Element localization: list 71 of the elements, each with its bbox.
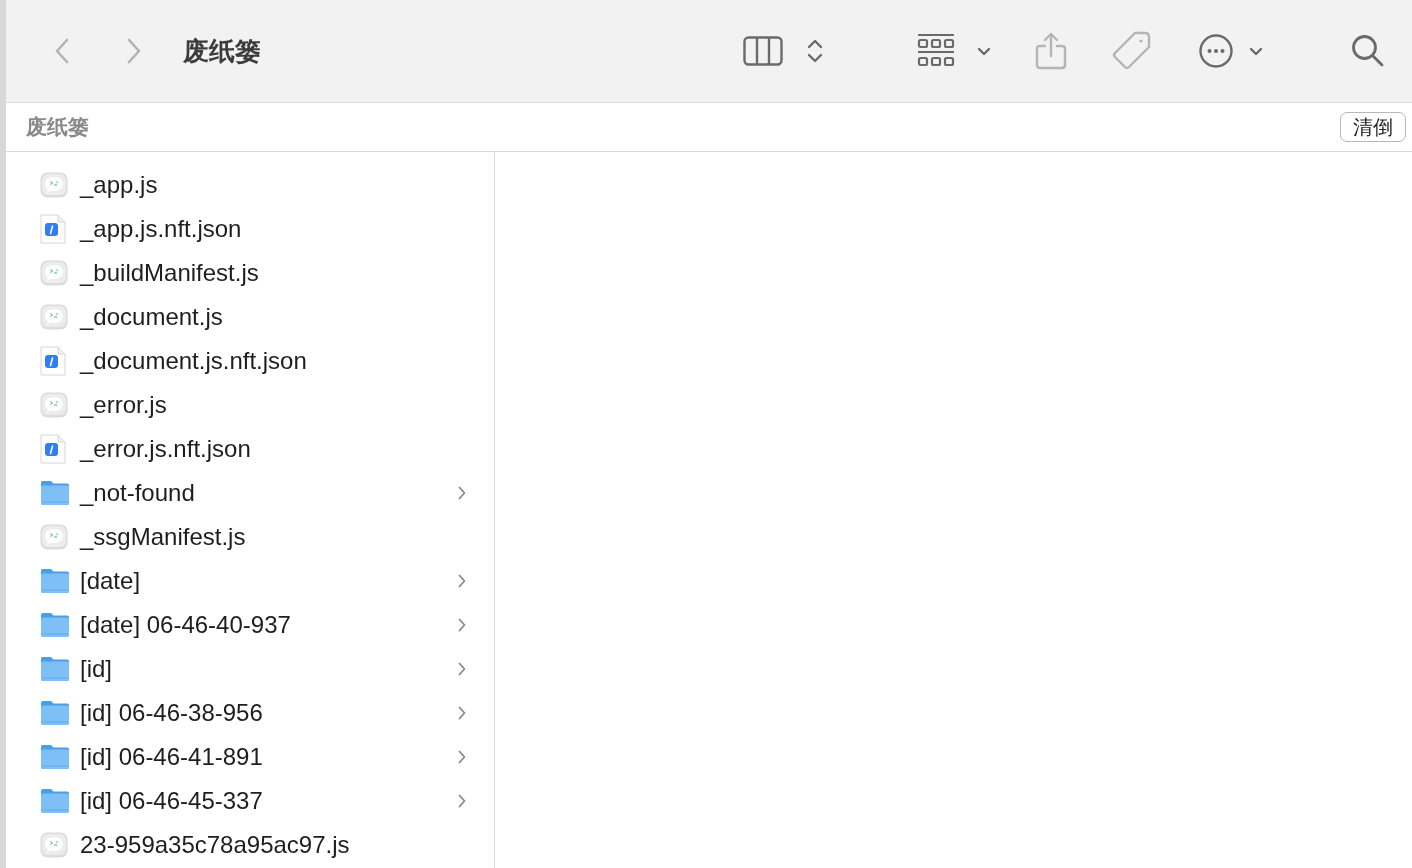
file-row[interactable]: [id] 06-46-38-956	[6, 691, 494, 735]
folder-icon	[40, 568, 70, 594]
file-name: _document.js	[80, 302, 224, 332]
chevron-right-icon	[458, 662, 466, 676]
empty-trash-button[interactable]: 清倒	[1340, 112, 1406, 142]
script-file-icon	[40, 260, 68, 286]
file-row[interactable]: _error.js	[6, 383, 494, 427]
file-row[interactable]: _error.js.nft.json	[6, 427, 494, 471]
chevron-right-icon	[458, 750, 466, 764]
file-row[interactable]: _app.js.nft.json	[6, 207, 494, 251]
file-row[interactable]: [id] 06-46-41-891	[6, 735, 494, 779]
file-row[interactable]: [id]	[6, 647, 494, 691]
columns-icon	[743, 36, 783, 66]
chevron-down-icon	[1249, 46, 1263, 56]
share-icon	[1035, 32, 1067, 70]
path-label: 废纸篓	[26, 114, 89, 141]
more-icon	[1199, 34, 1233, 68]
group-button[interactable]	[917, 33, 991, 69]
file-row[interactable]: _app.js	[6, 163, 494, 207]
file-name: [id] 06-46-41-891	[80, 742, 264, 772]
file-name: _app.js.nft.json	[80, 214, 243, 244]
up-down-chevron-icon	[807, 38, 823, 64]
folder-icon	[40, 656, 70, 682]
file-name: _ssgManifest.js	[80, 522, 247, 552]
json-file-icon	[40, 214, 66, 244]
search-icon	[1351, 34, 1385, 68]
chevron-right-icon	[458, 706, 466, 720]
folder-icon	[40, 788, 70, 814]
file-name: [date] 06-46-40-937	[80, 610, 292, 640]
file-name: _not-found	[80, 478, 196, 508]
file-row[interactable]: _buildManifest.js	[6, 251, 494, 295]
script-file-icon	[40, 392, 68, 418]
file-row[interactable]: _document.js.nft.json	[6, 339, 494, 383]
script-file-icon	[40, 172, 68, 198]
json-file-icon	[40, 434, 66, 464]
chevron-right-icon	[458, 486, 466, 500]
script-file-icon	[40, 832, 68, 858]
folder-icon	[40, 744, 70, 770]
file-row[interactable]: _not-found	[6, 471, 494, 515]
file-row[interactable]: _document.js	[6, 295, 494, 339]
file-name: _document.js.nft.json	[80, 346, 308, 376]
script-file-icon	[40, 524, 68, 550]
file-name: _app.js	[80, 170, 159, 200]
file-name: [id]	[80, 654, 113, 684]
folder-icon	[40, 480, 70, 506]
file-name: _error.js.nft.json	[80, 434, 252, 464]
file-name: _error.js	[80, 390, 168, 420]
script-file-icon	[40, 304, 68, 330]
chevron-right-icon	[458, 618, 466, 632]
window-title: 废纸篓	[183, 34, 261, 68]
file-row[interactable]: [id] 06-46-45-337	[6, 779, 494, 823]
tag-icon	[1111, 31, 1151, 71]
file-name: _buildManifest.js	[80, 258, 260, 288]
chevron-right-icon	[458, 574, 466, 588]
file-row[interactable]: 23-959a35c78a95ac97.js	[6, 823, 494, 867]
search-button[interactable]	[1351, 34, 1385, 68]
file-row[interactable]: [date]	[6, 559, 494, 603]
file-name: 23-959a35c78a95ac97.js	[80, 830, 351, 860]
grid-icon	[917, 33, 955, 69]
folder-icon	[40, 700, 70, 726]
file-row[interactable]: _ssgManifest.js	[6, 515, 494, 559]
more-button[interactable]	[1199, 34, 1263, 68]
chevron-right-icon	[458, 794, 466, 808]
file-name: [date]	[80, 566, 142, 596]
file-name: [id] 06-46-38-956	[80, 698, 264, 728]
file-row[interactable]: [date] 06-46-40-937	[6, 603, 494, 647]
chevron-down-icon	[977, 46, 991, 56]
json-file-icon	[40, 346, 66, 376]
file-name: [id] 06-46-45-337	[80, 786, 264, 816]
view-mode-button[interactable]	[743, 36, 823, 66]
folder-icon	[40, 612, 70, 638]
